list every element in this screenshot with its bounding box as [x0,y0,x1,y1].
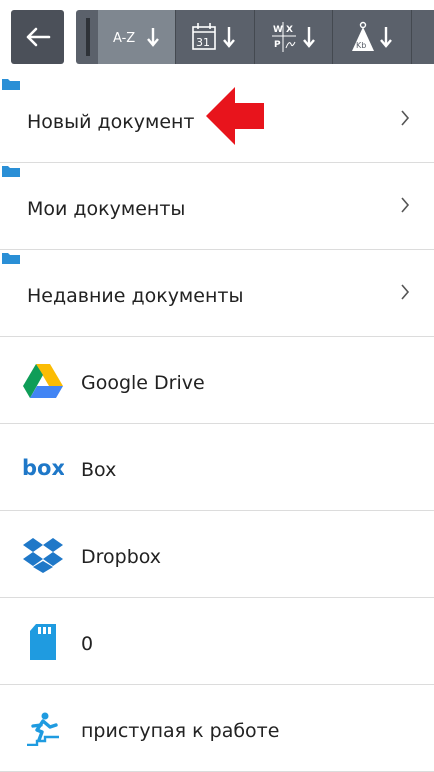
sd-card-icon [22,622,64,662]
folder-icon [2,253,20,264]
getting-started-icon [22,709,64,749]
sort-bar: A-Z 31 W X P Kb [76,10,434,64]
document-list: Новый документ Мои документы Недавние до… [0,76,434,772]
sort-by-name-button[interactable]: A-Z [98,10,175,64]
sort-size-icon: Kb [352,21,392,51]
folder-icon [2,79,20,90]
list-item-label: Недавние документы [27,285,244,307]
annotation-arrow-icon [206,87,264,145]
list-item-recent-documents[interactable]: Недавние документы [0,250,434,337]
list-item-label: Мои документы [27,198,186,220]
dropbox-icon [22,535,64,575]
sort-date-icon: 31 [192,23,235,50]
back-arrow-icon [26,27,50,47]
list-item-my-documents[interactable]: Мои документы [0,163,434,250]
sort-alpha-label: A-Z [113,31,135,46]
svg-text:box: box [22,456,64,480]
svg-text:P: P [274,40,281,50]
list-item-label: 0 [81,633,94,655]
sort-date-label: 31 [196,36,210,49]
list-item-google-drive[interactable]: Google Drive [0,337,434,424]
chevron-right-icon [401,110,410,126]
list-item-getting-started[interactable]: приступая к работе [0,685,434,772]
sort-by-date-button[interactable]: 31 [176,10,254,64]
list-item-label: Box [81,459,117,481]
top-toolbar: A-Z 31 W X P Kb [0,0,434,76]
list-item-label: Google Drive [81,372,205,394]
drag-handle[interactable] [86,18,90,56]
folder-icon [2,166,20,177]
sort-by-type-button[interactable]: W X P [255,10,332,64]
list-item-sd-card[interactable]: 0 [0,598,434,685]
list-item-label: Новый документ [27,111,195,133]
list-item-label: приступая к работе [81,720,280,742]
back-button[interactable] [11,10,64,64]
sort-by-size-button[interactable]: Kb [333,10,411,64]
box-icon: box [22,448,64,488]
chevron-right-icon [401,197,410,213]
list-item-box[interactable]: box Box [0,424,434,511]
sort-size-label: Kb [356,41,366,50]
separator [411,10,412,64]
sort-type-icon: W X P [271,22,315,52]
chevron-right-icon [401,284,410,300]
svg-text:X: X [286,25,293,35]
svg-text:W: W [273,25,283,35]
google-drive-icon [22,361,64,401]
sort-alpha-icon: A-Z [113,28,159,47]
list-item-dropbox[interactable]: Dropbox [0,511,434,598]
list-item-label: Dropbox [81,546,162,568]
